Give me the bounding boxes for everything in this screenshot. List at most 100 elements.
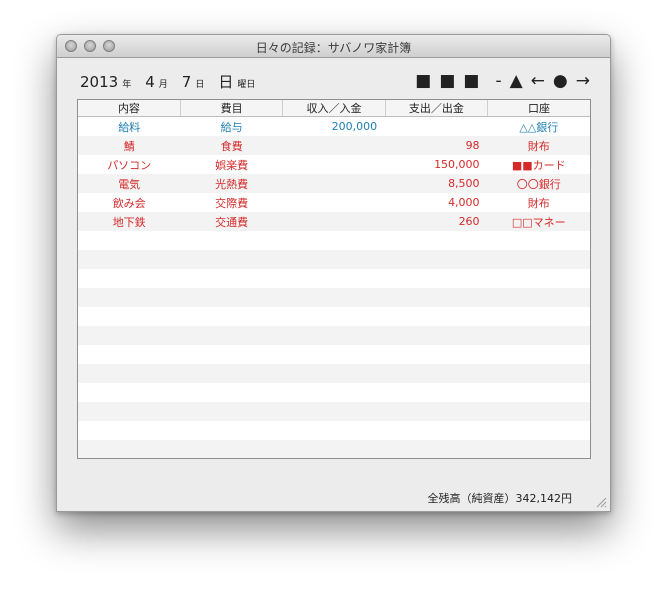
empty-row[interactable] <box>78 288 590 307</box>
cell-content[interactable] <box>78 345 181 364</box>
cell-income[interactable] <box>282 326 386 345</box>
cell-income[interactable] <box>282 307 386 326</box>
table-row[interactable]: 飲み会 交際費 4,000 財布 <box>78 193 590 212</box>
cell-income[interactable] <box>282 364 386 383</box>
cell-expense[interactable] <box>385 288 488 307</box>
cell-category[interactable] <box>180 326 283 345</box>
cell-account[interactable]: △△銀行 <box>487 116 590 136</box>
empty-row[interactable] <box>78 269 590 288</box>
cell-income[interactable] <box>282 155 386 174</box>
cell-income[interactable] <box>282 421 386 440</box>
cell-income[interactable] <box>282 288 386 307</box>
cell-expense[interactable] <box>385 307 488 326</box>
empty-row[interactable] <box>78 421 590 440</box>
cell-content[interactable]: 飲み会 <box>78 193 181 212</box>
square-icon-3[interactable]: ■ <box>463 71 481 91</box>
cell-expense[interactable] <box>385 250 488 269</box>
cell-content[interactable] <box>78 307 181 326</box>
cell-income[interactable] <box>282 402 386 421</box>
empty-row[interactable] <box>78 364 590 383</box>
cell-account[interactable] <box>487 421 590 440</box>
cell-account[interactable]: 財布 <box>487 136 590 155</box>
cell-content[interactable] <box>78 288 181 307</box>
empty-row[interactable] <box>78 440 590 458</box>
cell-category[interactable] <box>180 269 283 288</box>
empty-row[interactable] <box>78 345 590 364</box>
cell-category[interactable]: 光熱費 <box>180 174 283 193</box>
cell-account[interactable]: 財布 <box>487 193 590 212</box>
cell-expense[interactable] <box>385 231 488 250</box>
cell-category[interactable] <box>180 440 283 458</box>
cell-expense[interactable] <box>385 269 488 288</box>
cell-content[interactable] <box>78 326 181 345</box>
cell-expense[interactable] <box>385 440 488 458</box>
cell-content[interactable] <box>78 269 181 288</box>
cell-content[interactable] <box>78 383 181 402</box>
table-row[interactable]: 給料 給与 200,000 △△銀行 <box>78 116 590 136</box>
cell-income[interactable] <box>282 269 386 288</box>
cell-income[interactable] <box>282 345 386 364</box>
table-row[interactable]: パソコン 娯楽費 150,000 ■■カード <box>78 155 590 174</box>
cell-category[interactable]: 交通費 <box>180 212 283 231</box>
cell-expense[interactable] <box>385 116 488 136</box>
cell-income[interactable] <box>282 440 386 458</box>
cell-account[interactable] <box>487 288 590 307</box>
cell-account[interactable]: ■■カード <box>487 155 590 174</box>
cell-account[interactable] <box>487 440 590 458</box>
cell-content[interactable]: 地下鉄 <box>78 212 181 231</box>
header-expense[interactable]: 支出／出金 <box>384 100 488 117</box>
cell-category[interactable] <box>180 345 283 364</box>
cell-income[interactable] <box>282 231 386 250</box>
cell-expense[interactable] <box>385 402 488 421</box>
cell-account[interactable] <box>487 364 590 383</box>
cell-category[interactable]: 給与 <box>180 116 283 136</box>
cell-expense[interactable] <box>385 383 488 402</box>
ledger-table-container[interactable]: 内容 費目 収入／入金 支出／出金 口座 給料 給与 200,000 △△銀行鯖食費 9… <box>77 99 591 459</box>
cell-account[interactable] <box>487 307 590 326</box>
cell-content[interactable]: パソコン <box>78 155 181 174</box>
cell-category[interactable] <box>180 364 283 383</box>
cell-content[interactable] <box>78 421 181 440</box>
cell-income[interactable] <box>282 174 386 193</box>
empty-row[interactable] <box>78 231 590 250</box>
cell-account[interactable] <box>487 326 590 345</box>
cell-expense[interactable] <box>385 364 488 383</box>
cell-income[interactable] <box>282 212 386 231</box>
cell-expense[interactable]: 4,000 <box>385 193 488 212</box>
cell-category[interactable] <box>180 383 283 402</box>
cell-account[interactable] <box>487 250 590 269</box>
cell-content[interactable]: 鯖 <box>78 136 181 155</box>
square-icon-2[interactable]: ■ <box>439 71 457 91</box>
day-value[interactable]: 7 <box>182 73 192 91</box>
table-row[interactable]: 地下鉄 交通費 260 □□マネー <box>78 212 590 231</box>
empty-row[interactable] <box>78 383 590 402</box>
year-value[interactable]: 2013 <box>80 73 118 91</box>
header-category[interactable]: 費目 <box>179 100 283 117</box>
cell-expense[interactable] <box>385 345 488 364</box>
cell-expense[interactable]: 8,500 <box>385 174 488 193</box>
cell-content[interactable]: 給料 <box>78 116 181 136</box>
triangle-up-icon[interactable]: ▲ <box>510 71 525 91</box>
cell-account[interactable]: 〇〇銀行 <box>487 174 590 193</box>
empty-row[interactable] <box>78 402 590 421</box>
table-row[interactable]: 鯖食費 98 財布 <box>78 136 590 155</box>
empty-row[interactable] <box>78 307 590 326</box>
cell-income[interactable] <box>282 250 386 269</box>
empty-row[interactable] <box>78 250 590 269</box>
cell-account[interactable] <box>487 269 590 288</box>
cell-expense[interactable] <box>385 326 488 345</box>
cell-category[interactable] <box>180 231 283 250</box>
cell-income[interactable] <box>282 383 386 402</box>
cell-category[interactable] <box>180 402 283 421</box>
table-row[interactable]: 電気 光熱費 8,500 〇〇銀行 <box>78 174 590 193</box>
cell-content[interactable] <box>78 440 181 458</box>
cell-expense[interactable] <box>385 421 488 440</box>
cell-account[interactable] <box>487 383 590 402</box>
month-value[interactable]: 4 <box>145 73 155 91</box>
cell-category[interactable] <box>180 288 283 307</box>
header-income[interactable]: 収入／入金 <box>282 100 386 117</box>
arrow-right-icon[interactable]: → <box>576 71 592 91</box>
cell-category[interactable]: 食費 <box>180 136 283 155</box>
cell-content[interactable] <box>78 402 181 421</box>
cell-expense[interactable]: 260 <box>385 212 488 231</box>
